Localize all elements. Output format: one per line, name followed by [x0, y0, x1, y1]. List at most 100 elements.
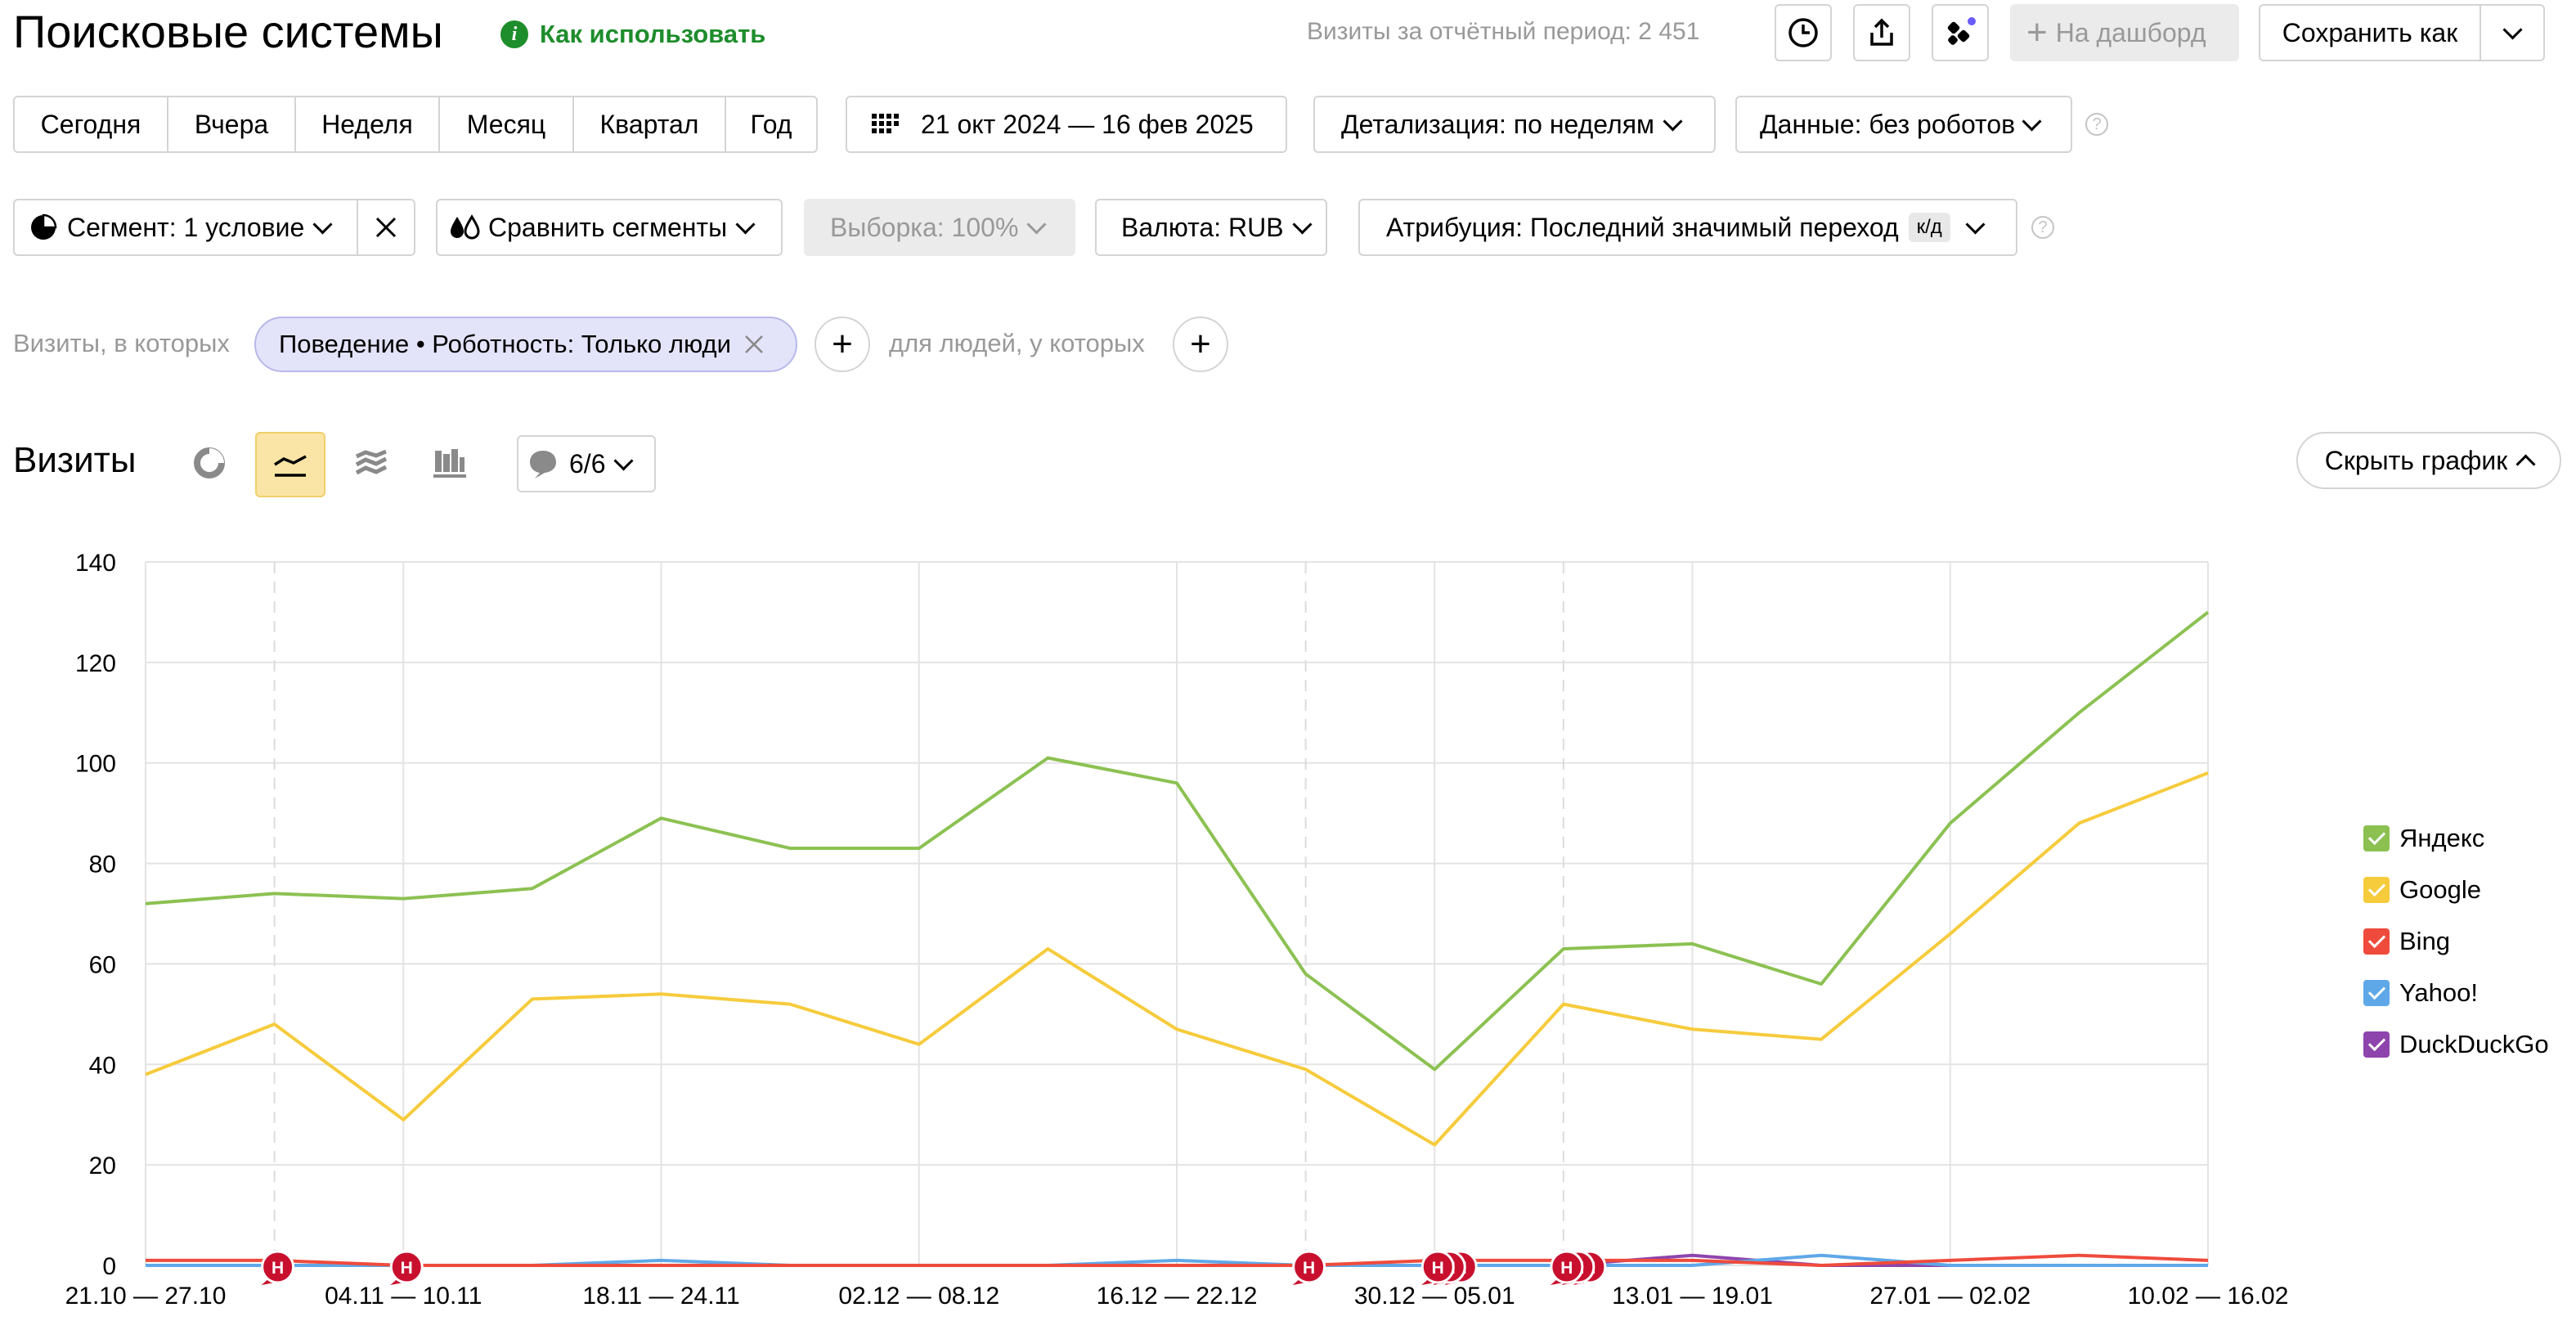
assistant-icon [1947, 16, 1977, 45]
legend-checkbox[interactable] [2363, 876, 2390, 903]
tab-month[interactable]: Месяц [440, 97, 574, 151]
legend-item-yahoo[interactable]: Yahoo! [2363, 967, 2549, 1018]
annotation-marker-label: Н [1303, 1259, 1315, 1278]
data-filter-dropdown[interactable]: Данные: без роботов [1735, 96, 2072, 153]
legend-checkbox[interactable] [2363, 979, 2390, 1006]
attribution-dropdown[interactable]: Атрибуция: Последний значимый переход к/… [1358, 199, 2017, 256]
segment-selector[interactable]: Сегмент: 1 условие [15, 200, 358, 254]
annotation-marker-label: Н [1432, 1259, 1444, 1278]
filter-chip[interactable]: Поведение • Роботность: Только люди [254, 317, 797, 372]
page-title: Поисковые системы [13, 6, 443, 57]
y-tick-label: 100 [75, 751, 116, 778]
chart-type-pie[interactable] [190, 443, 229, 483]
annotations-label: 6/6 [569, 448, 606, 479]
chevron-down-icon [1663, 110, 1683, 132]
y-tick-label: 80 [89, 851, 116, 878]
chevron-up-icon [2515, 453, 2536, 474]
legend-label: Bing [2399, 926, 2451, 955]
add-to-dashboard-button[interactable]: + На дашборд [2010, 4, 2239, 61]
hide-chart-label: Скрыть график [2324, 445, 2508, 475]
data-filter-label: Данные: без роботов [1760, 109, 2016, 139]
sample-label: Выборка: 100% [830, 212, 1019, 242]
help-icon[interactable]: ? [2085, 113, 2108, 136]
remove-chip-icon[interactable] [743, 333, 765, 356]
chevron-down-icon [1965, 213, 1986, 235]
chart-type-area[interactable] [352, 443, 391, 483]
x-tick-label: 13.01 — 19.01 [1612, 1283, 1773, 1310]
drops-icon [451, 214, 480, 240]
plus-icon: + [832, 324, 853, 364]
annotation-marker-label: Н [1560, 1259, 1573, 1278]
clock-icon [1788, 18, 1818, 47]
chart-title: Визиты [13, 440, 137, 480]
tab-week[interactable]: Неделя [296, 97, 440, 151]
calendar-icon [872, 114, 899, 133]
visits-summary: Визиты за отчётный период: 2 451 [1307, 18, 1700, 45]
save-as-button[interactable]: Сохранить как [2259, 4, 2545, 61]
chevron-down-icon [613, 450, 635, 471]
legend-label: Яндекс [2399, 823, 2485, 852]
chevron-down-icon [1026, 213, 1047, 235]
x-tick-label: 27.01 — 02.02 [1869, 1283, 2031, 1310]
chevron-down-icon [2502, 19, 2523, 40]
save-as-dropdown[interactable] [2480, 6, 2543, 60]
legend-item-duckduckgo[interactable]: DuckDuckGo [2363, 1018, 2549, 1070]
tab-today[interactable]: Сегодня [15, 97, 168, 151]
hide-chart-button[interactable]: Скрыть график [2296, 432, 2561, 489]
add-visit-condition-button[interactable]: + [815, 317, 870, 372]
chart-type-line[interactable] [255, 432, 325, 497]
chevron-down-icon [1292, 213, 1313, 235]
share-button[interactable] [1853, 4, 1910, 61]
area-chart-icon [355, 449, 388, 475]
legend-item-bing[interactable]: Bing [2363, 915, 2549, 967]
segment-dropdown[interactable]: Сегмент: 1 условие [13, 199, 415, 256]
detail-label: Детализация: по неделям [1341, 109, 1655, 139]
tab-quarter[interactable]: Квартал [574, 97, 726, 151]
annotation-marker-label: Н [272, 1259, 284, 1278]
legend-label: Google [2399, 874, 2481, 904]
legend-item-yandex[interactable]: Яндекс [2363, 812, 2549, 864]
x-tick-label: 18.11 — 24.11 [582, 1283, 739, 1310]
x-tick-label: 02.12 — 08.12 [838, 1283, 999, 1310]
clear-segment-button[interactable] [358, 215, 414, 240]
legend-item-google[interactable]: Google [2363, 864, 2549, 915]
tab-yesterday[interactable]: Вчера [168, 97, 296, 151]
share-icon [1870, 18, 1893, 46]
close-icon [375, 217, 397, 238]
annotations-dropdown[interactable]: 6/6 [517, 435, 656, 492]
alice-button[interactable] [1932, 4, 1989, 61]
bar-chart-icon [433, 449, 466, 478]
history-button[interactable] [1775, 4, 1832, 61]
chart-type-bar[interactable] [430, 443, 469, 483]
legend-checkbox[interactable] [2363, 1031, 2390, 1058]
detail-dropdown[interactable]: Детализация: по неделям [1313, 96, 1716, 153]
date-range-picker[interactable]: 21 окт 2024 — 16 фев 2025 [846, 96, 1287, 153]
legend-label: Yahoo! [2399, 977, 2478, 1007]
legend-checkbox[interactable] [2363, 928, 2390, 955]
add-people-condition-button[interactable]: + [1173, 317, 1228, 372]
x-tick-label: 10.02 — 16.02 [2128, 1283, 2289, 1310]
how-to-use-label: Как использовать [540, 20, 766, 48]
segment-label: Сегмент: 1 условие [67, 212, 305, 242]
x-tick-label: 16.12 — 22.12 [1097, 1283, 1258, 1310]
y-tick-label: 120 [75, 650, 116, 677]
chevron-down-icon [2022, 110, 2042, 132]
pie-chart-icon [194, 447, 225, 479]
attribution-label: Атрибуция: Последний значимый переход [1386, 212, 1899, 242]
tab-year[interactable]: Год [726, 97, 816, 151]
attribution-badge: к/д [1908, 213, 1950, 242]
y-tick-label: 0 [102, 1253, 116, 1280]
currency-dropdown[interactable]: Валюта: RUB [1095, 199, 1327, 256]
help-icon[interactable]: ? [2031, 216, 2054, 239]
compare-segments-dropdown[interactable]: Сравнить сегменты [436, 199, 783, 256]
filter-chip-label: Поведение • Роботность: Только люди [279, 330, 731, 358]
y-tick-label: 20 [89, 1153, 116, 1179]
date-range-label: 21 окт 2024 — 16 фев 2025 [921, 109, 1254, 139]
visits-line-chart: 0 20 40 60 80 100 120 140 21.10 — 27.10 04.11 — 1… [65, 550, 2289, 1310]
y-tick-label: 40 [89, 1052, 116, 1079]
legend-checkbox[interactable] [2363, 825, 2390, 851]
how-to-use-link[interactable]: i Как использовать [500, 16, 765, 52]
save-as-label: Сохранить как [2282, 17, 2458, 47]
pie-icon [31, 213, 57, 240]
comment-icon [530, 451, 556, 479]
